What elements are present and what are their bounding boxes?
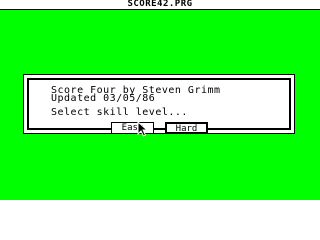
alert-dialog: Score Four by Steven Grimm Updated 03/05… — [23, 74, 295, 134]
updated-text: Updated 03/05/86 — [51, 93, 156, 104]
dialog-inner-frame: Score Four by Steven Grimm Updated 03/05… — [27, 78, 291, 134]
hard-button[interactable]: Hard — [165, 122, 208, 134]
arrow-pointer-icon — [137, 121, 149, 137]
title-bar: SCORE42.PRG — [0, 0, 320, 10]
window-title: SCORE42.PRG — [127, 0, 193, 9]
skill-prompt: Select skill level... — [51, 107, 188, 118]
